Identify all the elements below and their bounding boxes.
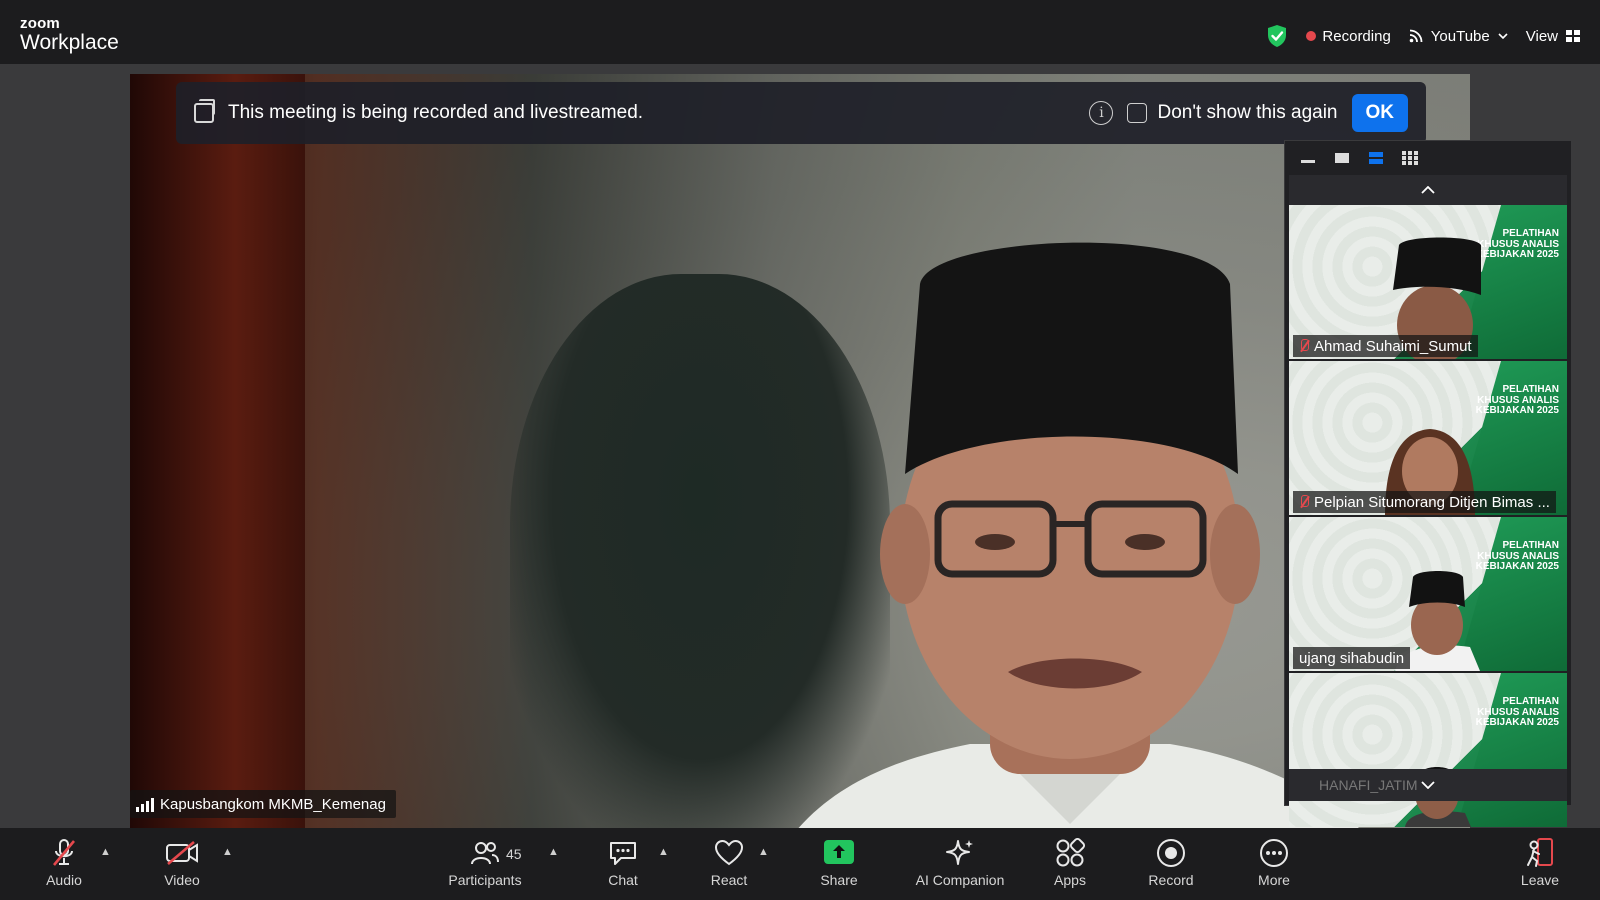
more-button[interactable]: More <box>1252 838 1296 894</box>
video-door <box>130 74 305 828</box>
logo-zoom-text: zoom <box>20 15 60 32</box>
share-button[interactable]: Share <box>816 838 862 894</box>
gallery-layout-toolbar <box>1285 141 1571 175</box>
participants-label: Participants <box>448 872 522 888</box>
speaker-name-tag: Kapusbangkom MKMB_Kemenag <box>130 790 396 818</box>
chevron-up-icon <box>1421 186 1435 194</box>
grid-view-icon <box>1566 30 1580 42</box>
chevron-down-icon <box>1421 781 1435 789</box>
apps-icon <box>1056 838 1085 867</box>
react-options-caret[interactable]: ▲ <box>758 846 769 858</box>
apps-label: Apps <box>1054 872 1086 888</box>
leave-icon <box>1527 838 1553 867</box>
participant-name-tag: ujang sihabudin <box>1293 647 1411 669</box>
top-bar: zoom Workplace Recording YouTube View <box>0 0 1600 64</box>
more-label: More <box>1258 872 1290 888</box>
video-options-caret[interactable]: ▲ <box>222 846 233 858</box>
meeting-stage: Kapusbangkom MKMB_Kemenag This meeting i… <box>0 64 1600 828</box>
audio-button[interactable]: Audio <box>40 838 88 894</box>
view-label: View <box>1525 27 1558 45</box>
single-view-icon[interactable] <box>1333 151 1351 165</box>
participants-count: 45 <box>506 846 522 862</box>
record-label: Record <box>1148 872 1194 888</box>
ok-button[interactable]: OK <box>1351 94 1408 132</box>
secure-shield-icon[interactable] <box>1266 24 1288 48</box>
gallery-panel: PELATIHAN KHUSUS ANALIS KEBIJAKAN 2025 A… <box>1284 140 1572 827</box>
gallery-bottom-label: HANAFI_JATIM <box>1319 777 1418 793</box>
heart-icon <box>714 839 744 866</box>
share-screen-icon <box>824 840 854 864</box>
gallery-scroll-down[interactable]: HANAFI_JATIM <box>1289 769 1567 801</box>
broadcast-icon <box>1409 29 1423 43</box>
livestream-label: YouTube <box>1430 27 1490 45</box>
recording-dot-icon <box>1306 31 1317 41</box>
audio-label: Audio <box>46 872 82 888</box>
participants-options-caret[interactable]: ▲ <box>548 846 559 858</box>
dont-show-label[interactable]: Don't show this again <box>1157 102 1337 124</box>
info-icon[interactable]: i <box>1089 101 1114 125</box>
dont-show-checkbox[interactable] <box>1127 103 1148 123</box>
strip-view-icon[interactable] <box>1367 151 1385 165</box>
participant-face <box>1405 767 1471 827</box>
participant-name: ujang sihabudin <box>1299 649 1405 667</box>
recording-notice-banner: This meeting is being recorded and lives… <box>176 82 1426 144</box>
ai-companion-label: AI Companion <box>915 872 1005 888</box>
participant-name: Ahmad Suhaimi_Sumut <box>1314 337 1472 355</box>
chat-button[interactable]: Chat <box>600 838 646 894</box>
mic-muted-icon <box>1299 339 1309 353</box>
active-speaker-video[interactable] <box>130 74 1470 828</box>
speaker-name: Kapusbangkom MKMB_Kemenag <box>160 795 386 813</box>
zoom-logo: zoom Workplace <box>20 16 119 53</box>
ai-companion-button[interactable]: AI Companion <box>908 838 1012 894</box>
banner-message: This meeting is being recorded and lives… <box>228 102 644 123</box>
recording-indicator[interactable]: Recording <box>1306 27 1391 45</box>
participant-tile[interactable]: PELATIHAN KHUSUS ANALIS KEBIJAKAN 2025 A… <box>1289 205 1567 359</box>
participant-tile[interactable]: PELATIHAN KHUSUS ANALIS KEBIJAKAN 2025 <box>1289 673 1567 827</box>
sparkle-icon <box>946 840 973 865</box>
minimize-icon[interactable] <box>1299 151 1317 165</box>
chat-label: Chat <box>608 872 638 888</box>
record-icon <box>1157 839 1185 867</box>
apps-button[interactable]: Apps <box>1048 838 1092 894</box>
participants-icon <box>471 842 499 865</box>
livestream-dropdown[interactable]: YouTube <box>1409 28 1508 45</box>
connection-signal-icon <box>136 796 154 812</box>
view-button[interactable]: View <box>1526 28 1580 45</box>
participant-name-tag: Ahmad Suhaimi_Sumut <box>1293 335 1478 357</box>
mic-muted-icon <box>1299 495 1309 509</box>
chevron-down-icon <box>1498 32 1508 39</box>
react-button[interactable]: React <box>706 838 752 894</box>
record-button[interactable]: Record <box>1144 838 1198 894</box>
share-label: Share <box>820 872 858 888</box>
top-right-controls: Recording YouTube View <box>1266 22 1580 50</box>
recording-label: Recording <box>1322 27 1391 45</box>
participant-name-tag: Pelpian Situmorang Ditjen Bimas ... <box>1293 491 1556 513</box>
participant-tile[interactable]: PELATIHAN KHUSUS ANALIS KEBIJAKAN 2025 u… <box>1289 517 1567 671</box>
participant-name: Pelpian Situmorang Ditjen Bimas ... <box>1314 493 1550 511</box>
chat-options-caret[interactable]: ▲ <box>658 846 669 858</box>
gallery-scroll-up[interactable] <box>1289 175 1567 205</box>
meeting-toolbar: Audio ▲ Video ▲ Participants 45 ▲ Chat ▲… <box>0 828 1600 900</box>
mic-muted-icon <box>53 839 75 866</box>
participant-tile[interactable]: PELATIHAN KHUSUS ANALIS KEBIJAKAN 2025 P… <box>1289 361 1567 515</box>
leave-button[interactable]: Leave <box>1518 838 1562 894</box>
chat-icon <box>610 842 636 865</box>
grid-view-icon[interactable] <box>1401 151 1419 165</box>
copy-icon <box>194 99 215 123</box>
more-icon <box>1260 839 1288 867</box>
react-label: React <box>710 872 748 888</box>
logo-workplace-text: Workplace <box>20 31 119 54</box>
video-label: Video <box>164 872 200 888</box>
video-button[interactable]: Video <box>158 838 206 894</box>
video-off-icon <box>166 841 198 865</box>
audio-options-caret[interactable]: ▲ <box>100 846 111 858</box>
leave-label: Leave <box>1520 872 1560 888</box>
